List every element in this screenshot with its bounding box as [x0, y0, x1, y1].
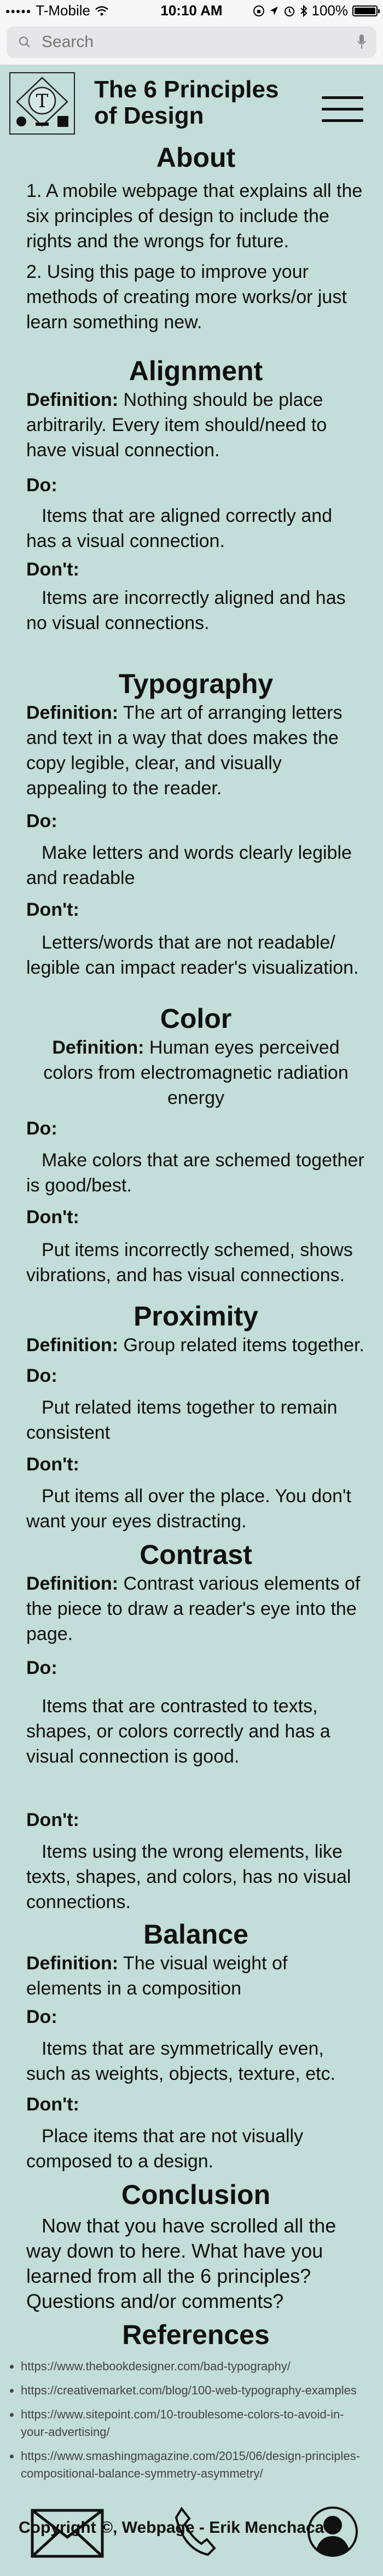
- do-label: Do:: [26, 811, 57, 831]
- site-title: The 6 Principles of Design: [94, 77, 278, 129]
- do-label: Do:: [26, 1118, 57, 1139]
- search-box[interactable]: [7, 26, 376, 58]
- do-label: Do:: [26, 2007, 57, 2027]
- site-title-line1: The 6 Principles: [94, 76, 279, 103]
- status-right: 100%: [253, 2, 380, 19]
- section-title: Proximity: [134, 1301, 258, 1331]
- dont-text: Items using the wrong elements, like tex…: [26, 1841, 351, 1912]
- do-text: Items that are aligned correctly and has…: [26, 505, 333, 551]
- site-title-line2: of Design: [94, 102, 204, 129]
- site-logo[interactable]: T: [9, 72, 75, 135]
- reference-link[interactable]: https://www.thebookdesigner.com/bad-typo…: [21, 2358, 365, 2375]
- menu-bar: [322, 119, 363, 122]
- definition: Definition: The art of arranging letters…: [26, 700, 365, 801]
- menu-icon[interactable]: [322, 96, 363, 123]
- lock-rotation-icon: [253, 5, 264, 16]
- section-title: Balance: [143, 1919, 248, 1950]
- battery-level: [355, 7, 375, 14]
- microphone-icon[interactable]: [357, 34, 367, 50]
- do-text: Items that are symmetrically even, such …: [26, 2038, 336, 2084]
- definition: Definition: The visual weight of element…: [26, 1951, 365, 2001]
- balance-section: Balance Definition: The visual weight of…: [26, 1918, 365, 2174]
- logo-letter: T: [36, 90, 49, 112]
- section-title: Contrast: [140, 1539, 252, 1570]
- do-label: Do:: [26, 475, 57, 496]
- do-text: Put related items together to remain con…: [26, 1397, 338, 1443]
- definition: Definition: Nothing should be place arbi…: [26, 387, 365, 463]
- do-text: Make letters and words clearly legible a…: [26, 842, 352, 888]
- logo-graphic: T: [16, 77, 68, 127]
- dont-label: Don't:: [26, 559, 79, 580]
- definition-label: Definition:: [52, 1037, 144, 1058]
- reference-link[interactable]: https://www.sitepoint.com/10-troublesome…: [21, 2406, 365, 2441]
- dont-label: Don't:: [26, 1810, 79, 1830]
- battery-icon: [352, 5, 380, 16]
- proximity-section: Proximity Definition: Group related item…: [26, 1300, 365, 1534]
- conclusion-section: Conclusion Now that you have scrolled al…: [26, 2178, 365, 2314]
- section-title: Color: [160, 1003, 232, 1034]
- color-section: Color Definition: Human eyes perceived c…: [26, 1002, 365, 1288]
- definition-label: Definition:: [26, 1953, 119, 1974]
- browser-search-bar: [0, 21, 383, 65]
- section-title: Conclusion: [121, 2179, 271, 2210]
- dont-label: Don't:: [26, 1454, 79, 1475]
- dont-label: Don't:: [26, 2094, 79, 2115]
- do-text: Items that are contrasted to texts, shap…: [26, 1696, 330, 1767]
- status-bar: ●●●●● T-Mobile 10:10 AM 100%: [0, 0, 383, 21]
- profile-icon[interactable]: [306, 2505, 359, 2558]
- definition-label: Definition:: [26, 1335, 119, 1356]
- bluetooth-icon: [300, 4, 307, 17]
- definition: Definition: Contrast various elements of…: [26, 1571, 365, 1647]
- section-title: About: [156, 142, 236, 173]
- mail-icon[interactable]: [31, 2509, 104, 2558]
- about-section: About 1. A mobile webpage that explains …: [26, 141, 365, 335]
- do-text: Make colors that are schemed together is…: [26, 1150, 364, 1196]
- contrast-section: Contrast Definition: Contrast various el…: [26, 1538, 365, 1915]
- definition: Definition: Group related items together…: [26, 1333, 365, 1358]
- list-item: 2. Using this page to improve your metho…: [26, 261, 347, 333]
- list-item: 1. A mobile webpage that explains all th…: [26, 181, 363, 252]
- dont-text: Put items all over the place. You don't …: [26, 1486, 351, 1532]
- dont-text: Put items incorrectly schemed, shows vib…: [26, 1240, 353, 1286]
- main-content: About 1. A mobile webpage that explains …: [19, 141, 365, 2540]
- reference-link[interactable]: https://www.smashingmagazine.com/2015/06…: [21, 2447, 365, 2482]
- phone-icon[interactable]: [173, 2505, 217, 2558]
- section-title: Alignment: [129, 356, 263, 386]
- site-header: T The 6 Principles of Design: [0, 65, 383, 141]
- definition-label: Definition:: [26, 1573, 119, 1594]
- references-section: References https://www.thebookdesigner.c…: [21, 2318, 365, 2482]
- battery-percent: 100%: [311, 2, 349, 19]
- dont-text: Items are incorrectly aligned and has no…: [26, 588, 346, 633]
- alignment-section: Alignment Definition: Nothing should be …: [26, 354, 365, 636]
- references-list: https://www.thebookdesigner.com/bad-typo…: [13, 2358, 365, 2482]
- footer-contact-icons: [0, 2505, 383, 2566]
- dont-text: Place items that are not visually compos…: [26, 2126, 304, 2172]
- definition-label: Definition:: [26, 702, 119, 723]
- search-icon: [19, 36, 30, 48]
- do-label: Do:: [26, 1658, 57, 1678]
- conclusion-text: Now that you have scrolled all the way d…: [26, 2214, 336, 2312]
- about-list: 1. A mobile webpage that explains all th…: [26, 178, 365, 335]
- definition: Definition: Human eyes perceived colors …: [26, 1035, 365, 1110]
- section-title: References: [122, 2319, 270, 2350]
- dont-label: Don't:: [26, 899, 79, 920]
- dont-label: Don't:: [26, 1207, 79, 1228]
- definition-text: Group related items together.: [123, 1335, 364, 1356]
- menu-bar: [322, 96, 363, 99]
- do-label: Do:: [26, 1365, 57, 1386]
- search-input[interactable]: [40, 32, 338, 52]
- dont-text: Letters/words that are not readable/ leg…: [26, 932, 359, 978]
- alarm-icon: [284, 6, 294, 16]
- menu-bar: [322, 108, 363, 111]
- location-icon: [270, 6, 278, 15]
- typography-section: Typography Definition: The art of arrang…: [26, 667, 365, 980]
- definition-label: Definition:: [26, 389, 119, 410]
- reference-link[interactable]: https://creativemarket.com/blog/100-web-…: [21, 2382, 365, 2399]
- section-title: Typography: [118, 668, 274, 699]
